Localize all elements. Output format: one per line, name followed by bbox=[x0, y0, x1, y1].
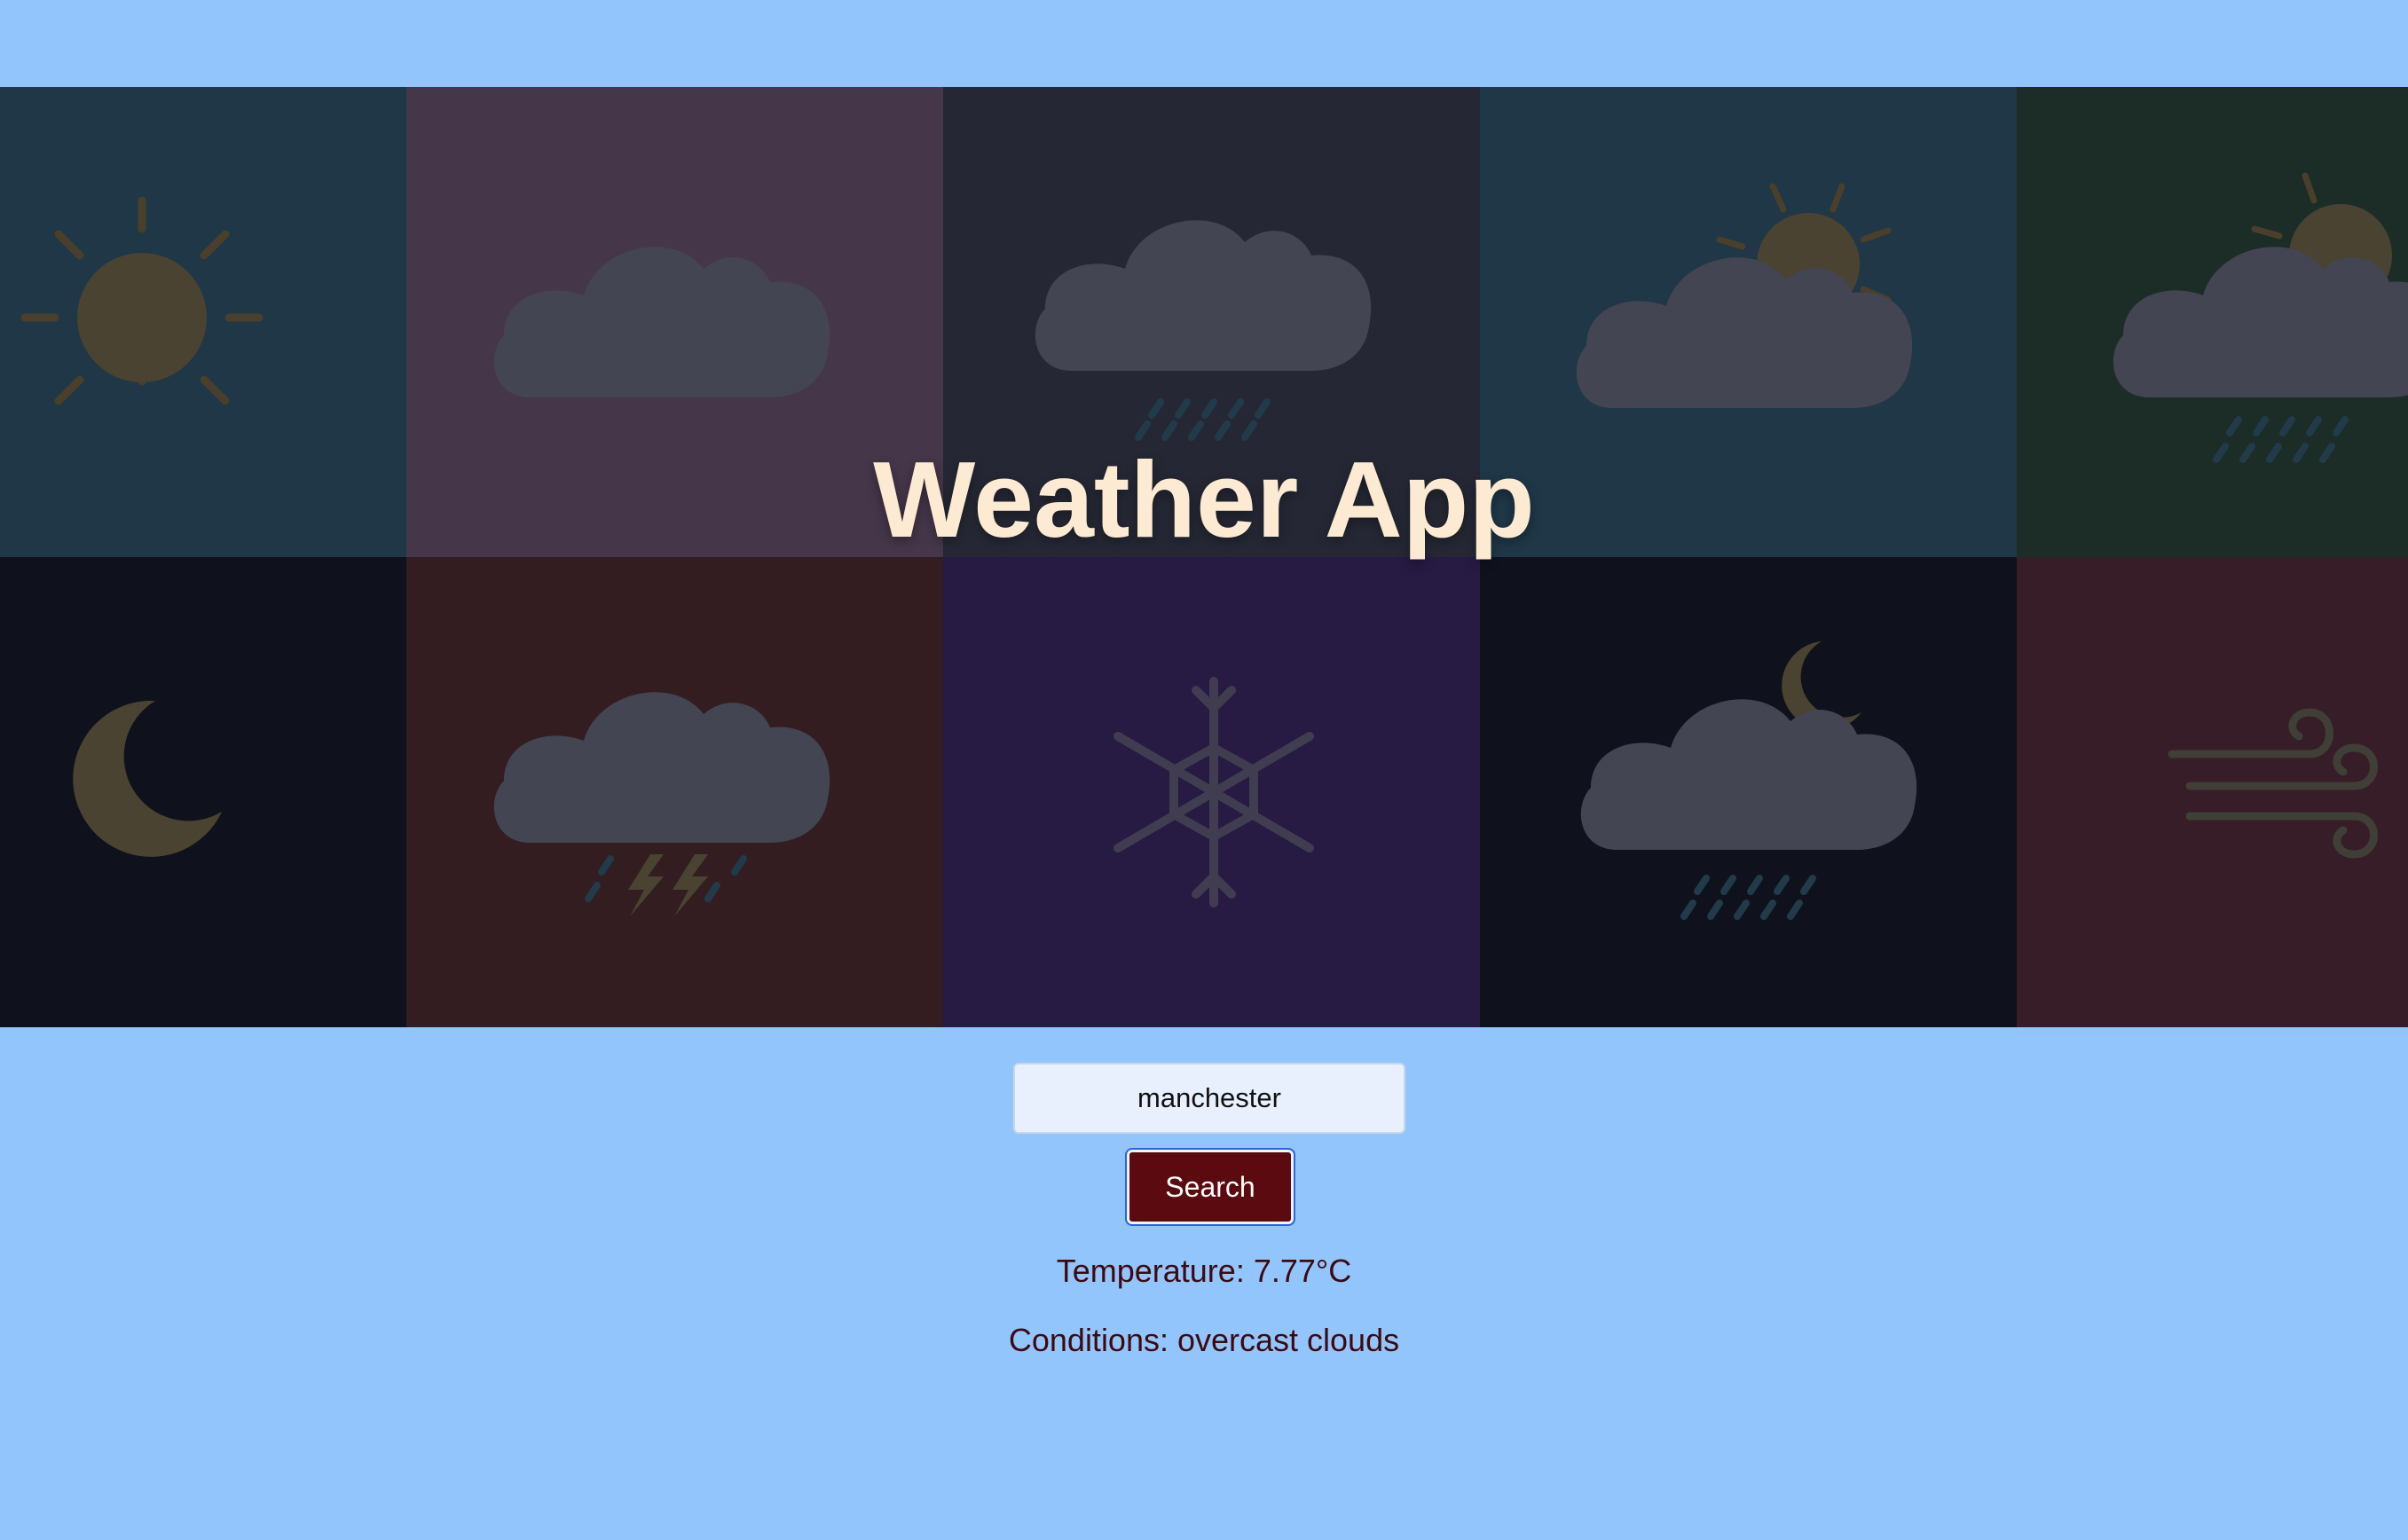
thunderstorm-icon bbox=[493, 692, 830, 916]
tile-thunderstorm bbox=[406, 557, 943, 1027]
night-rain-icon bbox=[1580, 641, 1917, 920]
hero-banner: Weather App bbox=[0, 87, 2408, 1027]
tile-wind bbox=[2017, 557, 2408, 1027]
search-button[interactable]: Search bbox=[1127, 1150, 1294, 1224]
page-title: Weather App bbox=[873, 439, 1535, 560]
wind-icon bbox=[2168, 708, 2378, 859]
city-search-input[interactable] bbox=[1013, 1063, 1405, 1134]
temperature-text: Temperature: 7.77°C bbox=[1056, 1253, 1352, 1289]
tile-moon bbox=[0, 557, 406, 1027]
moon-icon bbox=[73, 700, 223, 857]
tile-snow bbox=[943, 557, 1480, 1027]
conditions-text: Conditions: overcast clouds bbox=[1008, 1322, 1400, 1358]
tile-night-rain bbox=[1480, 557, 2017, 1027]
snowflake-icon bbox=[1114, 677, 1314, 908]
